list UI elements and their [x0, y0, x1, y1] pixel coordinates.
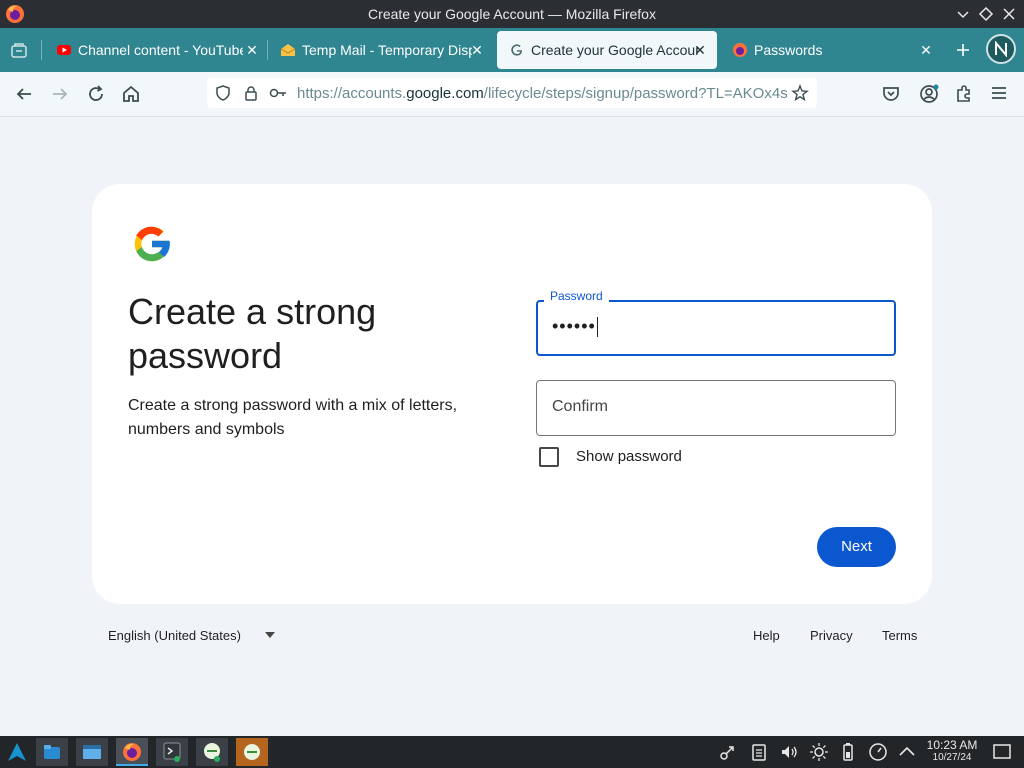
page-title: Create a strong password — [128, 291, 377, 376]
close-tab-icon[interactable]: ✕ — [245, 42, 259, 58]
minimize-icon[interactable] — [955, 6, 971, 22]
tab-youtube[interactable]: Channel content - YouTube ✕ — [44, 28, 264, 72]
url-prefix: https://accounts. — [297, 85, 407, 102]
taskbar-item-firefox[interactable] — [116, 738, 148, 766]
pocket-icon[interactable] — [880, 83, 902, 105]
clock[interactable]: 10:23 AM 10/27/24 — [922, 739, 982, 764]
system-taskbar: 10:23 AM 10/27/24 — [0, 736, 1024, 768]
network-share-icon[interactable] — [718, 742, 738, 762]
app-icon — [244, 744, 260, 760]
url-text[interactable]: https://accounts.google.com/lifecycle/st… — [297, 85, 787, 102]
url-domain: google.com — [406, 85, 484, 102]
close-window-icon[interactable] — [1001, 6, 1017, 22]
language-selector[interactable]: English (United States) — [108, 628, 275, 643]
close-tab-icon[interactable]: ✕ — [470, 42, 484, 58]
window-title: Create your Google Account — Mozilla Fir… — [368, 6, 656, 22]
password-value: •••••• — [552, 316, 598, 338]
page-content: Create a strong password Create a strong… — [0, 117, 1024, 736]
brightness-icon[interactable] — [809, 742, 829, 762]
mail-envelope-icon — [280, 44, 296, 56]
lock-icon[interactable] — [243, 85, 259, 101]
firefox-icon — [733, 43, 747, 57]
youtube-icon — [57, 45, 71, 55]
bookmark-star-icon[interactable] — [791, 84, 809, 102]
battery-icon[interactable] — [838, 742, 858, 762]
url-bar[interactable]: https://accounts.google.com/lifecycle/st… — [207, 78, 817, 108]
language-label: English (United States) — [108, 628, 241, 643]
confirm-password-field[interactable]: Confirm — [536, 380, 896, 436]
tab-groups-icon[interactable] — [10, 41, 28, 59]
taskbar-item-app[interactable] — [196, 738, 228, 766]
new-tab-icon[interactable] — [955, 42, 971, 58]
home-icon[interactable] — [119, 82, 143, 106]
tab-label: Temp Mail - Temporary Disposable Email — [302, 42, 472, 58]
tab-separator — [41, 40, 42, 60]
clipboard-icon[interactable] — [749, 742, 769, 762]
account-icon[interactable] — [917, 82, 941, 106]
show-desktop-icon[interactable] — [992, 742, 1012, 762]
clock-date: 10/27/24 — [932, 752, 972, 763]
signup-card: Create a strong password Create a strong… — [92, 184, 932, 604]
terminal-icon — [163, 742, 181, 762]
performance-icon[interactable] — [868, 742, 888, 762]
tab-temp-mail[interactable]: Temp Mail - Temporary Disposable Email ✕ — [268, 28, 493, 72]
tracking-protection-icon[interactable] — [215, 85, 231, 101]
dropdown-arrow-icon — [265, 632, 275, 638]
clock-time: 10:23 AM — [926, 738, 978, 752]
taskbar-item-file-manager[interactable] — [76, 738, 108, 766]
show-password-checkbox[interactable] — [539, 447, 559, 467]
show-password-label[interactable]: Show password — [576, 448, 682, 465]
close-tab-icon[interactable]: ✕ — [693, 42, 707, 58]
tab-label: Passwords — [754, 42, 823, 58]
window-titlebar: Create your Google Account — Mozilla Fir… — [0, 0, 1024, 28]
reload-icon[interactable] — [84, 82, 108, 106]
tab-label: Create your Google Account — [531, 42, 699, 58]
text-caret — [596, 317, 598, 338]
taskbar-item-files[interactable] — [36, 738, 68, 766]
google-logo-icon — [134, 226, 170, 262]
tab-google-account[interactable]: Create your Google Account ✕ — [497, 31, 717, 69]
volume-muted-icon[interactable] — [779, 742, 799, 762]
account-icon — [995, 41, 1007, 57]
app-icon — [204, 743, 220, 762]
forward-icon[interactable] — [48, 82, 72, 106]
key-icon[interactable] — [269, 85, 287, 101]
password-label: Password — [544, 289, 609, 303]
tab-bar: Channel content - YouTube ✕ Temp Mail - … — [0, 28, 1024, 72]
next-button[interactable]: Next — [817, 527, 896, 567]
menu-icon[interactable] — [989, 83, 1009, 103]
confirm-placeholder: Confirm — [552, 398, 609, 415]
google-icon — [511, 44, 523, 56]
app-launcher-icon[interactable] — [6, 741, 28, 763]
help-link[interactable]: Help — [753, 628, 780, 643]
terms-link[interactable]: Terms — [882, 628, 917, 643]
tab-passwords[interactable]: Passwords ✕ — [720, 28, 942, 72]
folder-icon — [44, 745, 60, 759]
password-field[interactable]: •••••• — [536, 300, 896, 356]
close-tab-icon[interactable]: ✕ — [919, 42, 933, 58]
chevron-up-icon[interactable] — [897, 742, 917, 762]
taskbar-item-app-active[interactable] — [236, 738, 268, 766]
privacy-link[interactable]: Privacy — [810, 628, 853, 643]
taskbar-item-terminal[interactable] — [156, 738, 188, 766]
url-path: /lifecycle/steps/signup/password?TL=AKOx… — [483, 85, 787, 102]
back-icon[interactable] — [12, 82, 36, 106]
tab-label: Channel content - YouTube — [78, 42, 243, 58]
file-manager-icon — [83, 745, 101, 759]
extensions-icon[interactable] — [953, 82, 975, 104]
page-description: Create a strong password with a mix of l… — [128, 397, 458, 438]
account-avatar[interactable] — [986, 34, 1016, 64]
firefox-icon — [123, 743, 141, 761]
password-dots: •••••• — [552, 316, 596, 336]
maximize-icon[interactable] — [978, 6, 994, 22]
